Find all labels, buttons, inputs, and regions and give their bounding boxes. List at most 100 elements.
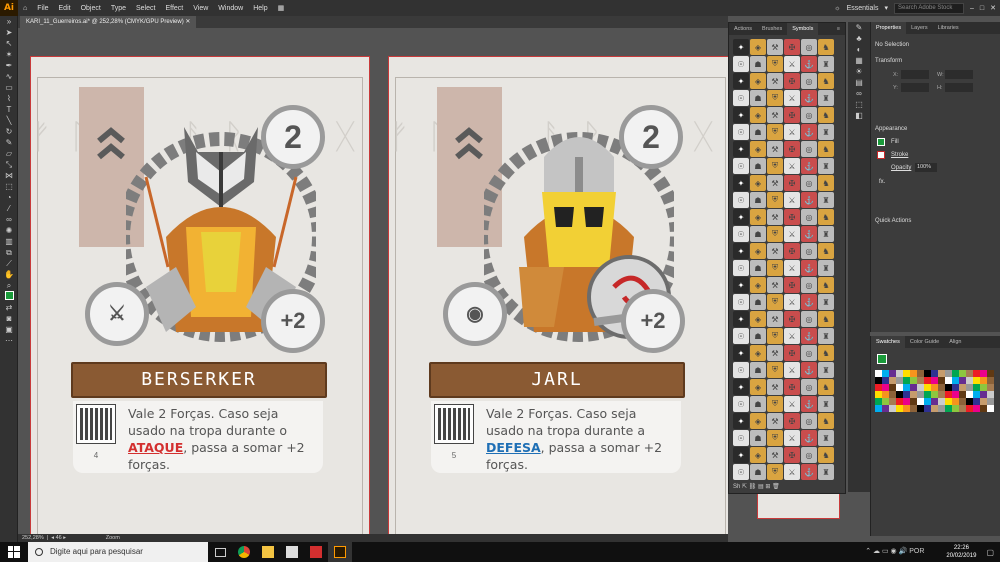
stroke-label[interactable]: Stroke — [891, 152, 908, 158]
symbol-thumbnail[interactable]: ⛨ — [767, 396, 783, 412]
symbol-thumbnail[interactable]: ✦ — [733, 107, 749, 123]
color-swatch[interactable] — [917, 377, 924, 384]
color-swatch[interactable] — [910, 391, 917, 398]
zoom-level[interactable]: 252,28% — [22, 535, 44, 541]
color-swatch[interactable] — [952, 391, 959, 398]
symbol-thumbnail[interactable]: ⚔ — [784, 362, 800, 378]
symbol-thumbnail[interactable]: ◎ — [801, 243, 817, 259]
symbol-thumbnail[interactable]: ◎ — [801, 141, 817, 157]
color-swatch[interactable] — [945, 398, 952, 405]
tab-swatches[interactable]: Swatches — [871, 336, 905, 348]
symbol-thumbnail[interactable]: ◈ — [750, 311, 766, 327]
color-swatch[interactable] — [938, 377, 945, 384]
symbol-thumbnail[interactable]: ⚓ — [801, 192, 817, 208]
symbol-thumbnail[interactable]: ⚒ — [767, 311, 783, 327]
symbol-thumbnail[interactable]: ♞ — [818, 209, 834, 225]
color-swatch[interactable] — [931, 391, 938, 398]
links-icon[interactable]: ∞ — [848, 88, 870, 99]
symbol-thumbnail[interactable]: ☉ — [733, 90, 749, 106]
color-swatch[interactable] — [917, 398, 924, 405]
symbol-thumbnail[interactable]: ♞ — [818, 175, 834, 191]
symbol-thumbnail[interactable]: ⚔ — [784, 260, 800, 276]
symbol-thumbnail[interactable]: ♞ — [818, 107, 834, 123]
symbol-thumbnail[interactable]: ☗ — [750, 124, 766, 140]
symbol-thumbnail[interactable]: ✠ — [784, 413, 800, 429]
color-swatch[interactable] — [973, 391, 980, 398]
symbol-thumbnail[interactable]: ⚓ — [801, 430, 817, 446]
free-transform-icon[interactable]: ⬚ — [0, 181, 18, 192]
color-swatch[interactable] — [987, 398, 994, 405]
tab-layers[interactable]: Layers — [906, 22, 933, 34]
color-swatch[interactable] — [910, 405, 917, 412]
symbol-thumbnail[interactable]: ⛨ — [767, 226, 783, 242]
color-swatch[interactable] — [917, 384, 924, 391]
artboard-number[interactable]: 46 — [56, 535, 62, 541]
symbol-thumbnail[interactable]: ☉ — [733, 56, 749, 72]
symbol-thumbnail[interactable]: ✠ — [784, 141, 800, 157]
rectangle-tool-icon[interactable]: ▭ — [0, 82, 18, 93]
symbol-thumbnail[interactable]: ☗ — [750, 396, 766, 412]
swap-colors-icon[interactable]: ⇄ — [0, 302, 18, 313]
symbol-thumbnail[interactable]: ◎ — [801, 311, 817, 327]
color-swatch[interactable] — [931, 405, 938, 412]
tab-libraries[interactable]: Libraries — [933, 22, 964, 34]
symbol-thumbnail[interactable]: ⚔ — [784, 430, 800, 446]
symbol-thumbnail[interactable]: ☉ — [733, 124, 749, 140]
color-swatch[interactable] — [966, 398, 973, 405]
symbol-thumbnail[interactable]: ✠ — [784, 73, 800, 89]
fill-swatch[interactable] — [877, 138, 885, 146]
symbol-thumbnail[interactable]: ⚓ — [801, 464, 817, 480]
break-link-icon[interactable]: ⛓ — [749, 484, 757, 490]
color-swatch[interactable] — [875, 377, 882, 384]
symbol-thumbnail[interactable]: ⚒ — [767, 39, 783, 55]
minimize-icon[interactable]: – — [970, 5, 974, 12]
color-swatch[interactable] — [987, 405, 994, 412]
color-swatch[interactable] — [945, 377, 952, 384]
line-tool-icon[interactable]: ╲ — [0, 115, 18, 126]
graph-tool-icon[interactable]: ▥ — [0, 236, 18, 247]
color-swatch[interactable] — [938, 384, 945, 391]
symbol-thumbnail[interactable]: ⛨ — [767, 124, 783, 140]
symbol-thumbnail[interactable]: ◈ — [750, 447, 766, 463]
tab-align[interactable]: Align — [944, 336, 966, 348]
more-tools-icon[interactable]: ⋯ — [0, 335, 18, 346]
selection-tool-icon[interactable]: ➤ — [0, 27, 18, 38]
symbol-thumbnail[interactable]: ⛨ — [767, 260, 783, 276]
color-swatch[interactable] — [889, 398, 896, 405]
y-field[interactable] — [901, 83, 929, 92]
appearance-icon[interactable]: ☀ — [848, 66, 870, 77]
color-swatch[interactable] — [910, 377, 917, 384]
symbol-thumbnail[interactable]: ♜ — [818, 192, 834, 208]
color-swatch[interactable] — [903, 384, 910, 391]
color-swatch[interactable] — [938, 398, 945, 405]
menu-view[interactable]: View — [188, 5, 213, 12]
symbol-thumbnail[interactable]: ◈ — [750, 39, 766, 55]
type-tool-icon[interactable]: T — [0, 104, 18, 115]
color-swatch[interactable] — [889, 391, 896, 398]
color-swatch[interactable] — [938, 370, 945, 377]
drawing-modes-icon[interactable]: ◙ — [0, 313, 18, 324]
magic-wand-icon[interactable]: ✶ — [0, 49, 18, 60]
symbol-thumbnail[interactable]: ☗ — [750, 464, 766, 480]
pen-tool-icon[interactable]: ✒ — [0, 60, 18, 71]
direct-selection-tool-icon[interactable]: ↖ — [0, 38, 18, 49]
symbol-thumbnail[interactable]: ♜ — [818, 362, 834, 378]
symbol-thumbnail[interactable]: ⚒ — [767, 413, 783, 429]
color-swatch[interactable] — [980, 370, 987, 377]
symbol-thumbnail[interactable]: ♞ — [818, 73, 834, 89]
app-red-icon[interactable] — [304, 542, 328, 562]
symbol-thumbnail[interactable]: ♜ — [818, 294, 834, 310]
system-clock[interactable]: ⌃ ☁ ▭ ◉ 🔊 POR — [865, 548, 946, 556]
color-swatch[interactable] — [973, 384, 980, 391]
symbol-thumbnail[interactable]: ◈ — [750, 379, 766, 395]
color-swatch[interactable] — [889, 377, 896, 384]
symbol-thumbnail[interactable]: ⚒ — [767, 141, 783, 157]
color-swatch[interactable] — [959, 398, 966, 405]
symbol-thumbnail[interactable]: ⛨ — [767, 158, 783, 174]
lightbulb-icon[interactable]: ☼ — [834, 5, 840, 12]
symbol-options-icon[interactable]: ▤ — [758, 484, 764, 490]
menu-help[interactable]: Help — [248, 5, 272, 12]
symbol-thumbnail[interactable]: ✠ — [784, 209, 800, 225]
workspace-switcher[interactable]: Essentials — [847, 5, 879, 12]
symbol-thumbnail[interactable]: ⚔ — [784, 124, 800, 140]
